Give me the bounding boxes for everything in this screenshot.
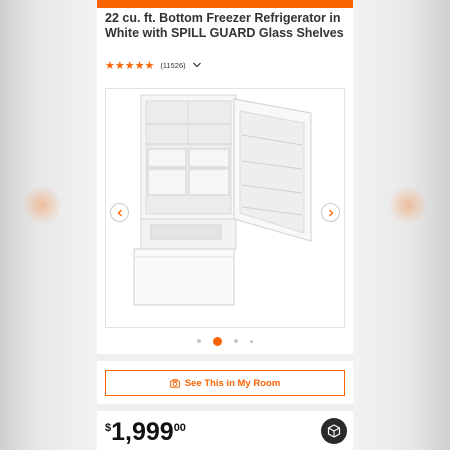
product-page: 22 cu. ft. Bottom Freezer Refrigerator i…	[97, 0, 353, 450]
section-divider	[97, 404, 353, 411]
carousel-dot[interactable]	[250, 339, 253, 343]
blurred-background-right	[353, 0, 450, 450]
carousel-pagination	[97, 336, 353, 346]
carousel-dot-active[interactable]	[213, 336, 222, 346]
chevron-down-icon[interactable]	[192, 60, 202, 70]
blurred-arrow-left	[22, 185, 62, 225]
orange-header-bar	[97, 0, 353, 8]
review-count[interactable]: (11526)	[160, 61, 185, 70]
product-image	[133, 94, 312, 306]
carousel-dot[interactable]	[197, 339, 201, 343]
price-dollars: 1,999	[111, 418, 174, 446]
product-title: 22 cu. ft. Bottom Freezer Refrigerator i…	[105, 11, 344, 40]
chevron-left-icon	[117, 209, 122, 216]
rating-stars: ★★★★★	[105, 59, 155, 72]
price: $ 1,999 00	[105, 418, 186, 446]
blurred-background-left	[0, 0, 97, 450]
product-image-carousel[interactable]	[105, 88, 345, 328]
price-cents: 00	[173, 422, 186, 434]
chevron-right-icon	[328, 209, 333, 216]
camera-icon	[169, 378, 180, 388]
rating-row[interactable]: ★★★★★ (11526)	[105, 58, 202, 72]
see-in-my-room-button[interactable]: See This in My Room	[105, 370, 345, 396]
carousel-dot[interactable]	[234, 339, 238, 343]
carousel-prev-button[interactable]	[110, 203, 129, 222]
carousel-next-button[interactable]	[321, 203, 340, 222]
ar-view-button[interactable]	[321, 418, 347, 444]
blurred-arrow-right	[388, 185, 428, 225]
see-in-my-room-label: See This in My Room	[184, 377, 281, 389]
section-divider	[97, 354, 353, 361]
ar-cube-icon	[327, 424, 341, 438]
